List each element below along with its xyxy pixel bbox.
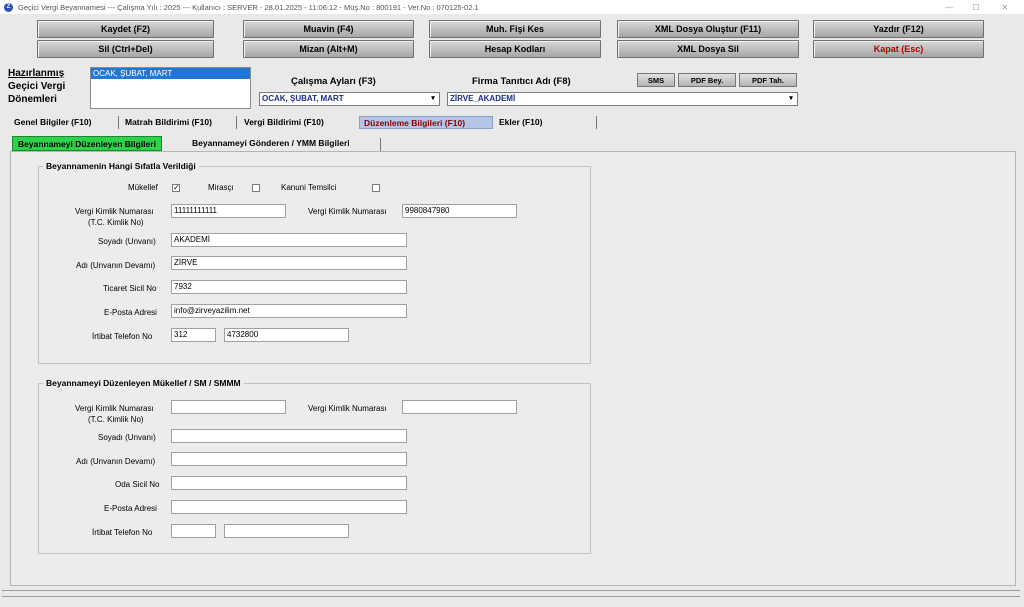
telefon-label: İrtibat Telefon No [92, 528, 153, 537]
hesap-kodlari-button[interactable]: Hesap Kodları [429, 40, 601, 58]
tab-divider [380, 138, 381, 151]
telefon-alan-field[interactable]: 312 [171, 328, 216, 342]
tab-vergi-bildirimi[interactable]: Vergi Bildirimi (F10) [240, 116, 328, 129]
firma-value: ZİRVE_AKADEMİ [450, 94, 516, 103]
telefon-label: İrtibat Telefon No [92, 332, 153, 341]
muavin-button[interactable]: Muavin (F4) [243, 20, 414, 38]
periods-label-line1: Hazırlanmış [8, 68, 65, 79]
vkn-field[interactable]: 11111111111 [171, 204, 286, 218]
pdf-bey-button[interactable]: PDF Bey. [678, 73, 736, 87]
mukellef-label: Mükellef [128, 183, 158, 192]
minimize-icon[interactable]: — [934, 0, 964, 14]
eposta-field[interactable] [171, 500, 407, 514]
subtab-gonderen[interactable]: Beyannameyi Gönderen / YMM Bilgileri [187, 136, 355, 151]
ticaret-field[interactable]: 7932 [171, 280, 407, 294]
yazdir-button[interactable]: Yazdır (F12) [813, 20, 984, 38]
soyadi-label: Soyadı (Unvanı) [98, 237, 156, 246]
sil-button[interactable]: Sil (Ctrl+Del) [37, 40, 214, 58]
mirasci-label: Mirasçı [208, 183, 234, 192]
sms-button[interactable]: SMS [637, 73, 675, 87]
eposta-field[interactable]: info@zirveyazilim.net [171, 304, 407, 318]
vkn2-label: Vergi Kimlik Numarası [308, 404, 387, 413]
oda-sicil-label: Oda Sicil No [115, 480, 160, 489]
tckn-label: (T.C. Kimlik No) [88, 218, 144, 227]
adi-field[interactable] [171, 452, 407, 466]
periods-label-line3: Dönemleri [8, 94, 57, 105]
vkn2-field[interactable]: 9980847980 [402, 204, 517, 218]
kanuni-temsilci-checkbox[interactable] [372, 184, 380, 192]
chevron-down-icon[interactable]: ▾ [428, 94, 438, 104]
tckn-label: (T.C. Kimlik No) [88, 415, 144, 424]
adi-label: Adı (Unvanın Devamı) [76, 261, 156, 270]
oda-sicil-field[interactable] [171, 476, 407, 490]
calisma-aylari-label: Çalışma Ayları (F3) [291, 76, 376, 87]
calisma-aylari-select[interactable]: OCAK, ŞUBAT, MART ▾ [259, 92, 440, 106]
tab-divider [118, 116, 119, 129]
xml-olustur-button[interactable]: XML Dosya Oluştur (F11) [617, 20, 799, 38]
divider [2, 596, 1020, 597]
soyadi-field[interactable]: AKADEMİ [171, 233, 407, 247]
title-bar: Z Geçici Vergi Beyannamesi --- Çalışma Y… [0, 0, 1024, 14]
ticaret-label: Ticaret Sicil No [103, 284, 157, 293]
kanuni-temsilci-label: Kanuni Temsilci [281, 183, 337, 192]
periods-label-line2: Geçici Vergi [8, 81, 66, 92]
group-title: Beyannameyi Düzenleyen Mükellef / SM / S… [43, 378, 244, 388]
tab-divider [236, 116, 237, 129]
tab-duzenleme-bilgileri[interactable]: Düzenleme Bilgileri (F10) [359, 116, 493, 129]
mukellef-checkbox[interactable]: ✓ [172, 184, 180, 192]
soyadi-field[interactable] [171, 429, 407, 443]
firma-select[interactable]: ZİRVE_AKADEMİ ▾ [447, 92, 798, 106]
list-item[interactable]: OCAK, ŞUBAT, MART [91, 68, 250, 79]
adi-field[interactable]: ZİRVE [171, 256, 407, 270]
close-icon[interactable]: ✕ [990, 0, 1020, 14]
tab-matrah-bildirimi[interactable]: Matrah Bildirimi (F10) [121, 116, 216, 129]
vkn-label: Vergi Kimlik Numarası [75, 404, 154, 413]
adi-label: Adı (Unvanın Devamı) [76, 457, 156, 466]
tab-divider [596, 116, 597, 129]
eposta-label: E-Posta Adresi [104, 308, 157, 317]
subtab-duzenleyen[interactable]: Beyannameyi Düzenleyen Bilgileri [12, 136, 162, 151]
eposta-label: E-Posta Adresi [104, 504, 157, 513]
mizan-button[interactable]: Mizan (Alt+M) [243, 40, 414, 58]
telefon-alan-field[interactable] [171, 524, 216, 538]
soyadi-label: Soyadı (Unvanı) [98, 433, 156, 442]
app-icon: Z [4, 2, 13, 12]
mirasci-checkbox[interactable] [252, 184, 260, 192]
tab-genel-bilgiler[interactable]: Genel Bilgiler (F10) [10, 116, 95, 129]
periods-listbox[interactable]: OCAK, ŞUBAT, MART [90, 67, 251, 109]
kaydet-button[interactable]: Kaydet (F2) [37, 20, 214, 38]
telefon-no-field[interactable] [224, 524, 349, 538]
tab-ekler[interactable]: Ekler (F10) [495, 116, 546, 129]
divider [2, 590, 1020, 591]
pdf-tah-button[interactable]: PDF Tah. [739, 73, 797, 87]
vkn-field[interactable] [171, 400, 286, 414]
group-title: Beyannamenin Hangi Sıfatla Verildiği [43, 161, 199, 171]
calisma-aylari-value: OCAK, ŞUBAT, MART [262, 94, 344, 103]
vkn2-label: Vergi Kimlik Numarası [308, 207, 387, 216]
maximize-icon[interactable]: ☐ [961, 0, 991, 14]
kapat-button[interactable]: Kapat (Esc) [813, 40, 984, 58]
chevron-down-icon[interactable]: ▾ [786, 94, 796, 104]
window-title: Geçici Vergi Beyannamesi --- Çalışma Yıl… [18, 2, 479, 12]
xml-sil-button[interactable]: XML Dosya Sil [617, 40, 799, 58]
vkn2-field[interactable] [402, 400, 517, 414]
muh-fisi-kes-button[interactable]: Muh. Fişi Kes [429, 20, 601, 38]
telefon-no-field[interactable]: 4732800 [224, 328, 349, 342]
firma-label: Firma Tanıtıcı Adı (F8) [472, 76, 571, 87]
vkn-label: Vergi Kimlik Numarası [75, 207, 154, 216]
